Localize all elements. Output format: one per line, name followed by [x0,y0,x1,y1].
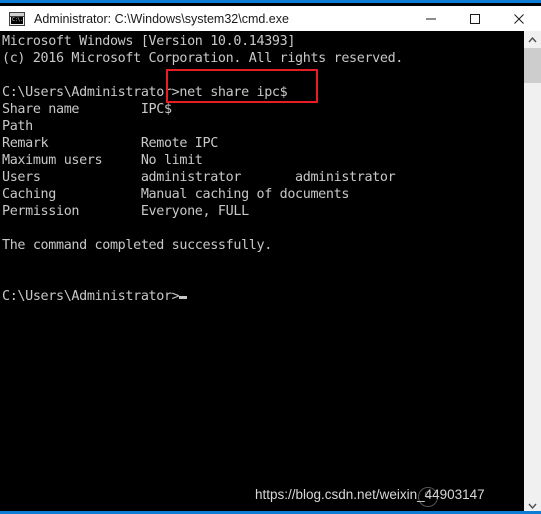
watermark-logo-icon: C [418,487,438,507]
text-cursor [179,296,188,299]
minimize-button[interactable] [409,6,453,31]
close-icon [514,13,524,24]
chevron-down-icon [528,503,537,509]
vertical-scrollbar[interactable] [524,31,541,511]
maximize-icon [470,13,480,24]
maximize-button[interactable] [453,6,497,31]
scrollbar-thumb[interactable] [524,48,541,83]
watermark-url: https://blog.csdn.net/weixin_44903147 [255,487,485,502]
chevron-up-icon [528,36,537,42]
icon-screen-glyph: C:\. [11,16,23,24]
console-output-area[interactable]: Microsoft Windows [Version 10.0.14393] (… [0,31,524,511]
cmd-console-icon: C:\. [9,11,25,26]
console-text: Microsoft Windows [Version 10.0.14393] (… [2,34,404,304]
window-title-bar[interactable]: C:\. Administrator: C:\Windows\system32\… [0,6,541,31]
window-title-text: Administrator: C:\Windows\system32\cmd.e… [34,11,289,26]
minimize-icon [426,18,436,19]
close-button[interactable] [497,6,541,31]
scroll-down-arrow-icon[interactable] [524,497,541,511]
scroll-up-arrow-icon[interactable] [524,31,541,48]
cmd-window: C:\. Administrator: C:\Windows\system32\… [0,0,541,514]
window-controls [409,6,541,31]
